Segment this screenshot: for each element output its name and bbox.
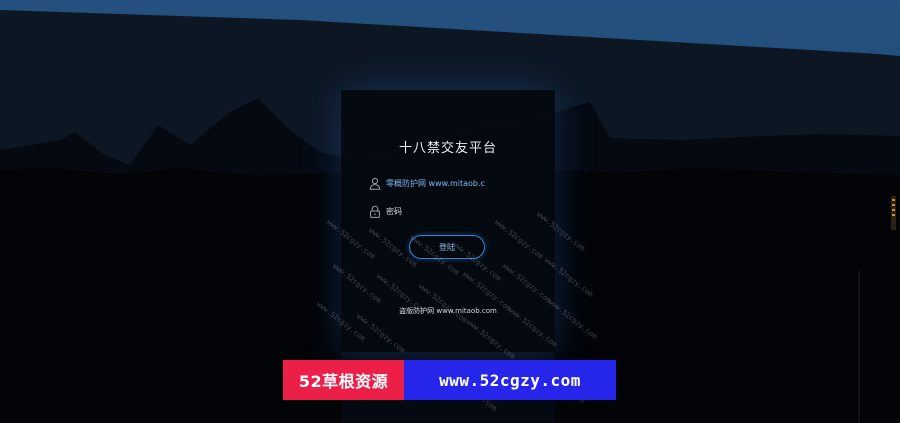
page-title: 十八禁交友平台 bbox=[398, 141, 497, 156]
username-field bbox=[369, 176, 529, 192]
password-field bbox=[369, 204, 529, 220]
banner-site-url: www.52cgzy.com bbox=[404, 360, 616, 400]
side-strip bbox=[891, 196, 896, 230]
password-input[interactable] bbox=[386, 204, 526, 220]
login-button[interactable]: 登陆 bbox=[409, 235, 485, 259]
banner-site-name: 52草根资源 bbox=[283, 360, 404, 400]
side-strip-mark bbox=[892, 204, 895, 206]
user-icon bbox=[369, 177, 381, 190]
username-input[interactable] bbox=[386, 176, 526, 192]
side-strip-mark bbox=[892, 214, 895, 216]
side-strip-mark bbox=[892, 199, 895, 201]
watermark-banner: 52草根资源 www.52cgzy.com bbox=[283, 360, 616, 400]
side-strip-mark bbox=[892, 209, 895, 211]
lock-icon bbox=[370, 205, 380, 218]
footer-note: 盗版防护网 www.mitaob.com bbox=[399, 307, 497, 315]
login-panel: 十八禁交友平台 登陆 盗版防护网 www.mitaob.com bbox=[341, 90, 555, 352]
